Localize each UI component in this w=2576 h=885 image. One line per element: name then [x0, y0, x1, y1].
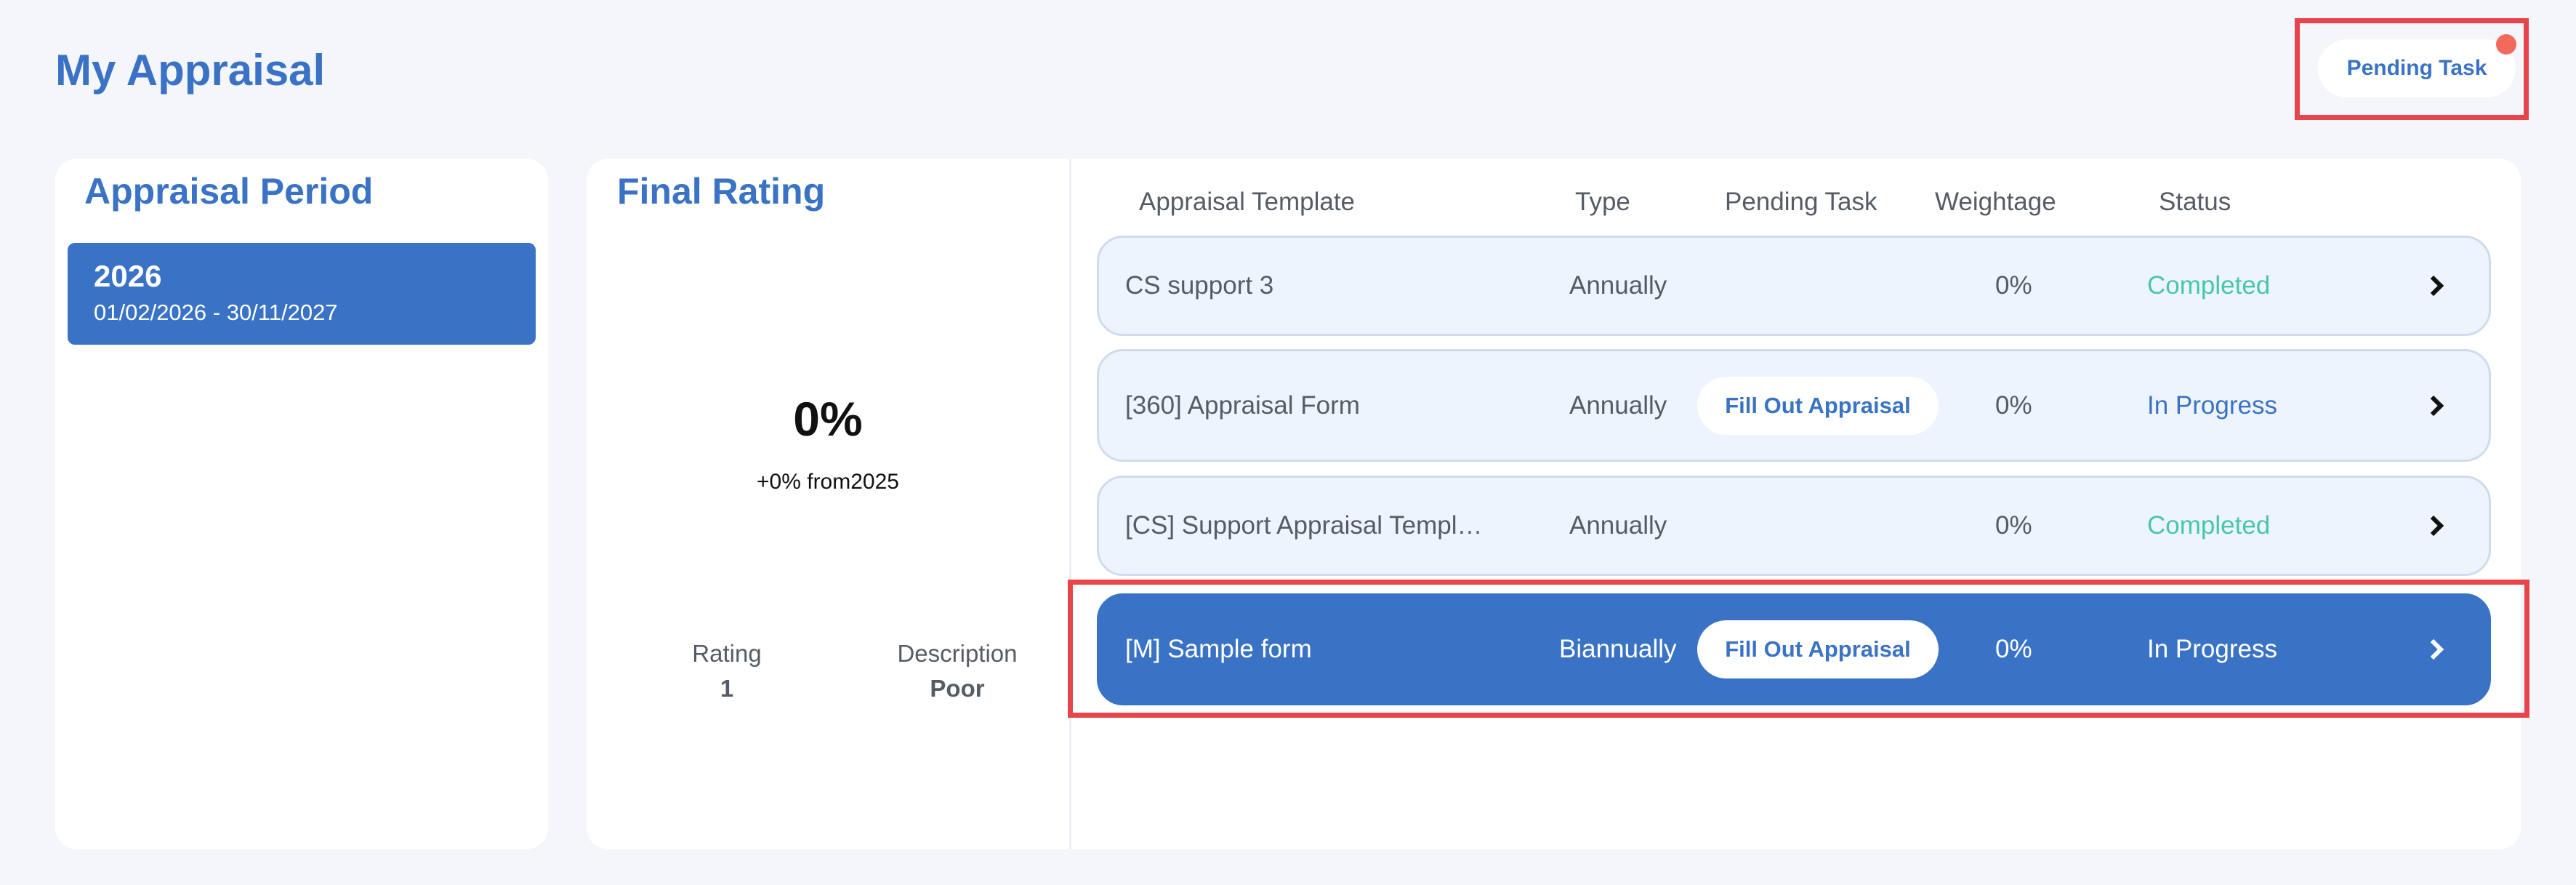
row-weightage: 0% — [1995, 511, 2032, 540]
row-status: Completed — [2147, 511, 2271, 540]
table-row-selected[interactable]: [M] Sample form Biannually Fill Out Appr… — [1097, 593, 2491, 705]
period-range: 01/02/2026 - 30/11/2027 — [94, 300, 338, 325]
row-template-name: [CS] Support Appraisal Templ… — [1125, 511, 1483, 540]
page-title: My Appraisal — [55, 46, 326, 95]
description-label: Description — [897, 640, 1018, 667]
description-value: Poor — [930, 675, 985, 702]
final-rating-percent: 0% — [793, 392, 863, 446]
rating-value: 1 — [720, 675, 734, 702]
pending-task-button[interactable]: Pending Task — [2318, 39, 2516, 97]
pending-task-highlight: Pending Task — [2295, 18, 2529, 120]
fill-out-appraisal-button[interactable]: Fill Out Appraisal — [1697, 620, 1939, 678]
main-panel: Final Rating 0% +0% from2025 Rating 1 De… — [587, 159, 2521, 849]
row-type: Annually — [1569, 391, 1667, 420]
row-template-name: [M] Sample form — [1125, 635, 1312, 663]
chevron-right-icon[interactable] — [2423, 395, 2444, 416]
column-header-pending-task: Pending Task — [1725, 188, 1877, 216]
row-weightage: 0% — [1995, 391, 2032, 420]
appraisal-period-heading: Appraisal Period — [84, 171, 374, 212]
row-weightage: 0% — [1995, 271, 2032, 300]
rating-label: Rating — [692, 640, 762, 667]
fill-out-appraisal-button[interactable]: Fill Out Appraisal — [1697, 376, 1939, 435]
row-status: In Progress — [2147, 635, 2277, 663]
row-status: In Progress — [2147, 391, 2277, 420]
table-row[interactable]: [360] Appraisal Form Annually Fill Out A… — [1097, 349, 2491, 462]
period-card-2026[interactable]: 2026 01/02/2026 - 30/11/2027 — [68, 243, 536, 345]
column-header-status: Status — [2159, 188, 2231, 216]
notification-dot-icon — [2496, 34, 2516, 55]
row-weightage: 0% — [1995, 635, 2032, 663]
panel-divider — [1069, 159, 1071, 849]
final-rating-heading: Final Rating — [617, 171, 826, 212]
row-template-name: [360] Appraisal Form — [1125, 391, 1360, 420]
row-template-name: CS support 3 — [1125, 271, 1274, 300]
chevron-right-icon[interactable] — [2423, 515, 2444, 537]
column-header-weightage: Weightage — [1935, 188, 2056, 216]
chevron-right-icon[interactable] — [2423, 275, 2444, 297]
appraisal-period-panel: Appraisal Period 2026 01/02/2026 - 30/11… — [55, 159, 548, 849]
final-rating-change: +0% from2025 — [757, 470, 899, 494]
row-type: Annually — [1569, 271, 1667, 300]
chevron-right-icon[interactable] — [2423, 638, 2444, 660]
row-type: Biannually — [1559, 635, 1677, 663]
period-year: 2026 — [94, 259, 162, 293]
column-header-type: Type — [1575, 188, 1630, 216]
column-header-template: Appraisal Template — [1139, 188, 1356, 216]
table-row[interactable]: [CS] Support Appraisal Templ… Annually 0… — [1097, 476, 2491, 576]
row-type: Annually — [1569, 511, 1667, 540]
table-row[interactable]: CS support 3 Annually 0% Completed — [1097, 236, 2491, 336]
row-status: Completed — [2147, 271, 2271, 300]
